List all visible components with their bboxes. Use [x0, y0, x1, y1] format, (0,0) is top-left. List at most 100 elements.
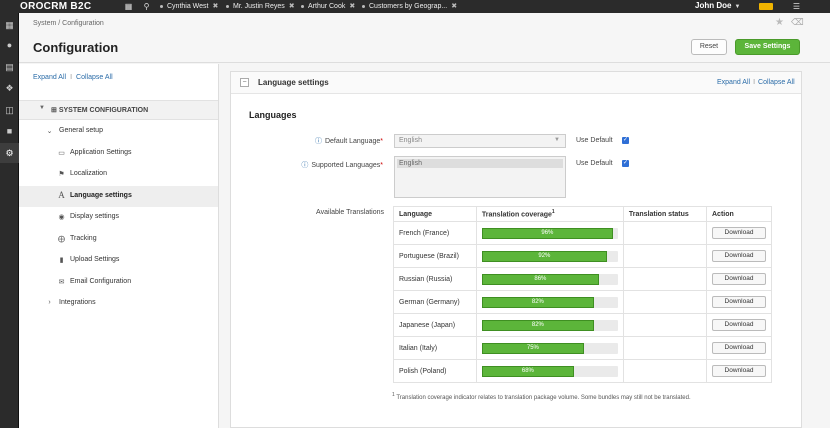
status-cell: [622, 313, 708, 337]
tree-item-language-settings[interactable]: A Language settings: [19, 186, 218, 207]
coverage-cell: 96%: [475, 221, 624, 245]
table-header-row: Language Translation coverage1 Translati…: [393, 206, 772, 222]
download-button[interactable]: Download: [712, 342, 766, 354]
trash-icon[interactable]: ⌫: [791, 17, 804, 28]
action-cell: Download: [706, 290, 772, 314]
section-toggle-links: Expand All I Collapse All: [717, 79, 795, 86]
flag-icon: ⚑: [58, 171, 65, 178]
default-language-select[interactable]: English ▼: [394, 134, 566, 148]
users-icon[interactable]: ●: [0, 35, 19, 55]
tree-item-display-settings[interactable]: ◉ Display settings: [19, 207, 218, 228]
close-icon[interactable]: ✖: [451, 3, 457, 10]
download-button[interactable]: Download: [712, 273, 766, 285]
table-row: Italian (Italy) 75% Download: [393, 336, 772, 360]
pinned-tab[interactable]: Cynthia West ✖: [160, 1, 218, 12]
download-button[interactable]: Download: [712, 250, 766, 262]
collapse-icon[interactable]: −: [240, 78, 249, 87]
download-button[interactable]: Download: [712, 365, 766, 377]
expand-all-link[interactable]: Expand All: [33, 74, 66, 81]
column-header-action: Action: [706, 206, 772, 222]
download-button[interactable]: Download: [712, 227, 766, 239]
star-icon[interactable]: ★: [775, 17, 784, 28]
list-icon[interactable]: ☰: [792, 2, 801, 11]
coverage-progress-bar: 75%: [481, 342, 618, 354]
download-button[interactable]: Download: [712, 319, 766, 331]
tree-item-upload-settings[interactable]: ▮ Upload Settings: [19, 250, 218, 271]
pin-dot-icon: [160, 4, 163, 8]
default-language-label: ⓘ Default Language*: [314, 138, 383, 145]
save-settings-button[interactable]: Save Settings: [735, 39, 800, 55]
folder-icon[interactable]: ■: [0, 121, 19, 141]
coverage-progress-bar: 96%: [481, 227, 618, 239]
font-icon: A: [58, 190, 65, 200]
dashboard-icon[interactable]: ▦: [124, 2, 133, 11]
dashboard-icon[interactable]: ▦: [0, 15, 19, 35]
supported-languages-label: ⓘ Supported Languages*: [301, 162, 383, 169]
coverage-cell: 82%: [475, 313, 624, 337]
pinned-tab[interactable]: Mr. Justin Reyes ✖: [226, 1, 295, 12]
info-icon[interactable]: ⓘ: [315, 138, 322, 145]
expand-all-link[interactable]: Expand All: [717, 79, 750, 86]
use-default-checkbox[interactable]: ✓: [622, 160, 629, 167]
status-cell: [622, 336, 708, 360]
coverage-cell: 86%: [475, 267, 624, 291]
status-cell: [622, 221, 708, 245]
close-icon[interactable]: ✖: [289, 3, 295, 10]
language-cell: Polish (Poland): [393, 359, 477, 383]
sitemap-icon[interactable]: ◫: [0, 100, 19, 120]
pin-dot-icon: [226, 4, 229, 8]
puzzle-icon[interactable]: ❖: [0, 78, 19, 98]
coverage-percent-label: 82%: [531, 321, 544, 328]
chevron-down-icon: ⌄: [46, 128, 53, 135]
breadcrumb[interactable]: System / Configuration: [33, 20, 104, 27]
tree-item-tracking[interactable]: ⨁ Tracking: [19, 229, 218, 250]
coverage-progress-bar: 82%: [481, 319, 618, 331]
coverage-progress-bar: 68%: [481, 365, 618, 377]
language-cell: Portuguese (Brazil): [393, 244, 477, 268]
search-icon[interactable]: ⚲: [142, 2, 151, 11]
use-default-checkbox[interactable]: ✓: [622, 137, 629, 144]
supported-languages-multiselect[interactable]: English: [394, 156, 566, 198]
tree-group-general-setup[interactable]: ⌄ General setup: [19, 121, 218, 142]
close-icon[interactable]: ✖: [349, 3, 355, 10]
coverage-percent-label: 86%: [534, 275, 547, 282]
download-button[interactable]: Download: [712, 296, 766, 308]
status-cell: [622, 244, 708, 268]
column-header-coverage: Translation coverage1: [475, 206, 624, 222]
table-row: German (Germany) 82% Download: [393, 290, 772, 314]
collapse-all-link[interactable]: Collapse All: [76, 74, 113, 81]
eye-icon: ◉: [58, 214, 65, 221]
bell-icon[interactable]: [759, 3, 773, 10]
cart-icon[interactable]: ▤: [0, 57, 19, 77]
available-translations-label: Available Translations: [316, 209, 384, 216]
language-cell: Italian (Italy): [393, 336, 477, 360]
language-cell: German (Germany): [393, 290, 477, 314]
close-icon[interactable]: ✖: [213, 3, 219, 10]
status-cell: [622, 359, 708, 383]
reset-button[interactable]: Reset: [691, 39, 727, 55]
chevron-down-icon: ▼: [39, 105, 45, 111]
tree-item-localization[interactable]: ⚑ Localization: [19, 164, 218, 185]
action-cell: Download: [706, 244, 772, 268]
coverage-progress-bar: 86%: [481, 273, 618, 285]
coverage-percent-label: 82%: [531, 298, 544, 305]
multiselect-option[interactable]: English: [397, 159, 563, 168]
pin-dot-icon: [301, 4, 304, 8]
app-logo[interactable]: OROCRM B2C: [20, 1, 91, 12]
page-title: Configuration: [33, 40, 119, 55]
collapse-all-link[interactable]: Collapse All: [758, 79, 795, 86]
chevron-down-icon: ▼: [554, 137, 560, 143]
pin-dot-icon: [362, 4, 365, 8]
user-menu[interactable]: John Doe ▼: [695, 1, 740, 10]
table-row: Japanese (Japan) 82% Download: [393, 313, 772, 337]
gear-icon[interactable]: ⚙: [0, 143, 19, 163]
tree-item-application-settings[interactable]: ▭ Application Settings: [19, 143, 218, 164]
tree-root[interactable]: ▼ ⊞ SYSTEM CONFIGURATION: [19, 100, 218, 120]
tree-group-integrations[interactable]: › Integrations: [19, 293, 218, 314]
info-icon[interactable]: ⓘ: [301, 162, 308, 169]
coverage-cell: 75%: [475, 336, 624, 360]
tree-item-email-configuration[interactable]: ✉ Email Configuration: [19, 272, 218, 293]
column-header-language: Language: [393, 206, 477, 222]
pinned-tab[interactable]: Customers by Geograp... ✖: [362, 1, 457, 12]
pinned-tab[interactable]: Arthur Cook ✖: [301, 1, 355, 12]
